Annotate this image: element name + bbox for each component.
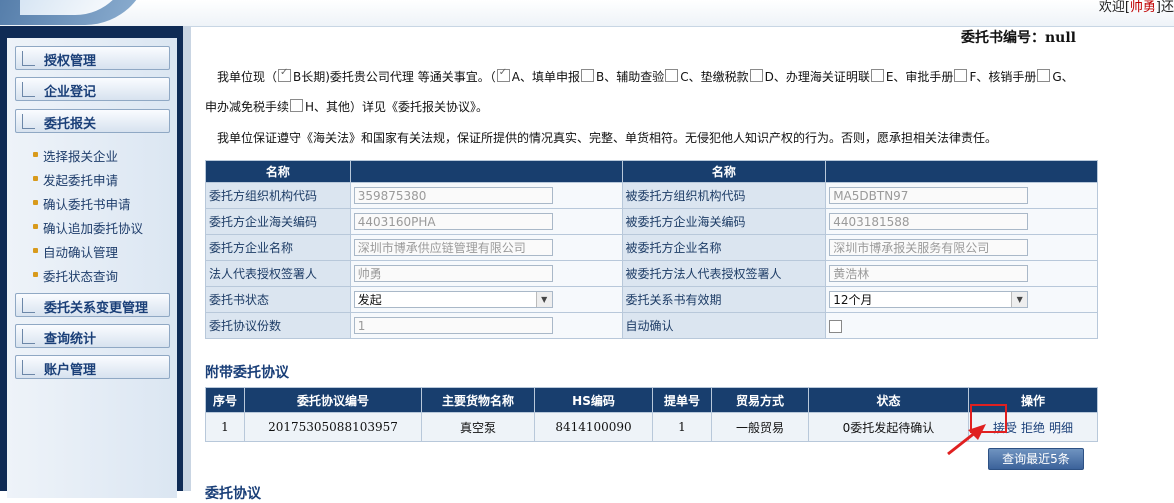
sidebar-item-confirm-added[interactable]: 确认追加委托协议: [33, 218, 143, 237]
table-row: 委托书状态 发起 ▼ 委托关系书有效期 12个月 ▼: [205, 286, 1098, 313]
agreement-copies-field: 1: [353, 317, 553, 334]
menu-enterprise[interactable]: 企业登记: [15, 77, 170, 101]
bullet-icon: [33, 152, 38, 157]
agent-name-field: 深圳市博承报关服务有限公司: [829, 239, 1029, 256]
sidebar-item-status-query[interactable]: 委托状态查询: [33, 266, 118, 285]
agent-customs-code-field: 4403181588: [829, 213, 1029, 230]
entrust-statement: 我单位现（B长期)委托贵公司代理 等通关事宜。（A、填单申报B、辅助查验C、垫缴…: [217, 67, 1074, 85]
red-arrow-icon: [947, 424, 986, 456]
table-header: 序号 委托协议编号 主要货物名称 HS编码 提单号 贸易方式 状态 操作: [205, 387, 1098, 413]
bullet-icon: [33, 224, 38, 229]
menu-icon: [22, 298, 35, 313]
query-recent-button[interactable]: 查询最近5条: [988, 448, 1084, 470]
table-row: 委托方企业名称 深圳市博承供应链管理有限公司 被委托方企业名称 深圳市博承报关服…: [205, 234, 1098, 261]
chevron-down-icon: ▼: [535, 292, 552, 307]
bullet-icon: [33, 200, 38, 205]
bullet-icon: [33, 176, 38, 181]
menu-icon: [22, 82, 35, 97]
sidebar-panel: 授权管理 企业登记 委托报关 选择报关企业 发起委托申请 确认委托书申请 确认追…: [7, 38, 177, 498]
table-row: 法人代表授权签署人 帅勇 被委托方法人代表授权签署人 黄浩林: [205, 260, 1098, 287]
client-signer-field: 帅勇: [353, 265, 553, 282]
entrust-number: 委托书编号：null: [961, 30, 1076, 46]
checkbox-customs-cert[interactable]: [749, 69, 763, 82]
menu-account[interactable]: 账户管理: [15, 355, 170, 379]
welcome-text: 欢迎[帅勇]还: [1098, 0, 1174, 15]
guarantee-statement: 我单位保证遵守《海关法》和国家有关法规，保证所提供的情况真实、完整、单货相符。无…: [217, 131, 998, 145]
client-customs-code-field: 4403160PHA: [353, 213, 553, 230]
top-header: 欢迎[帅勇]还: [0, 0, 1174, 27]
detail-link[interactable]: 明细: [1049, 421, 1073, 435]
checkbox-assist-inspect[interactable]: [580, 69, 594, 82]
sidebar-item-confirm-request[interactable]: 确认委托书申请: [33, 194, 131, 213]
entrust-status-select[interactable]: 发起 ▼: [353, 291, 553, 308]
menu-icon: [22, 114, 35, 129]
chevron-down-icon: ▼: [1011, 292, 1028, 307]
menu-auth[interactable]: 授权管理: [15, 46, 170, 70]
sidebar-splitter[interactable]: [183, 26, 191, 491]
checkbox-fill-declare[interactable]: [496, 67, 510, 82]
bullet-icon: [33, 248, 38, 253]
menu-icon: [22, 51, 35, 66]
agent-org-code-field: MA5DBTN97: [829, 187, 1029, 204]
table-row: 委托方企业海关编码 4403160PHA 被委托方企业海关编码 44031815…: [205, 208, 1098, 235]
table-row: 委托协议份数 1 自动确认: [205, 312, 1098, 339]
validity-period-select[interactable]: 12个月 ▼: [829, 291, 1029, 308]
menu-customs-entrust[interactable]: 委托报关: [15, 109, 170, 133]
menu-query-stats[interactable]: 查询统计: [15, 324, 170, 348]
sidebar: 授权管理 企业登记 委托报关 选择报关企业 发起委托申请 确认委托书申请 确认追…: [0, 26, 183, 498]
menu-relation-change[interactable]: 委托关系变更管理: [15, 293, 170, 317]
client-name-field: 深圳市博承供应链管理有限公司: [353, 239, 553, 256]
client-org-code-field: 359875380: [353, 187, 553, 204]
checkbox-approve-manual[interactable]: [870, 69, 884, 82]
checkbox-pay-tax[interactable]: [665, 69, 679, 82]
entrust-statement-2: 申办减免税手续 H、其他）详见《委托报关协议》。: [205, 99, 489, 114]
agent-signer-field: 黄浩林: [829, 265, 1029, 282]
menu-icon: [22, 360, 35, 375]
checkbox-other[interactable]: [290, 99, 304, 112]
user-name[interactable]: 帅勇: [1130, 0, 1156, 15]
checkbox-g[interactable]: [1037, 69, 1051, 82]
attached-agreements-title: 附带委托协议: [205, 365, 289, 381]
reject-link[interactable]: 拒绝: [1021, 421, 1045, 435]
main-content: 委托书编号：null 我单位现（B长期)委托贵公司代理 等通关事宜。（A、填单申…: [191, 26, 1174, 502]
sidebar-item-select-broker[interactable]: 选择报关企业: [33, 146, 118, 165]
checkbox-long-term[interactable]: [278, 67, 292, 82]
next-section-title: 委托协议: [205, 486, 261, 502]
checkbox-verify-manual[interactable]: [954, 69, 968, 82]
entrust-info-table: 名称 名称 委托方组织机构代码 359875380 被委托方组织机构代码 MA5…: [205, 160, 1098, 339]
menu-icon: [22, 329, 35, 344]
sidebar-item-auto-confirm[interactable]: 自动确认管理: [33, 242, 118, 261]
table-row: 委托方组织机构代码 359875380 被委托方组织机构代码 MA5DBTN97: [205, 182, 1098, 209]
bullet-icon: [33, 272, 38, 277]
auto-confirm-checkbox[interactable]: [829, 319, 843, 333]
sidebar-item-start-request[interactable]: 发起委托申请: [33, 170, 118, 189]
table-header: 名称 名称: [205, 160, 1098, 183]
